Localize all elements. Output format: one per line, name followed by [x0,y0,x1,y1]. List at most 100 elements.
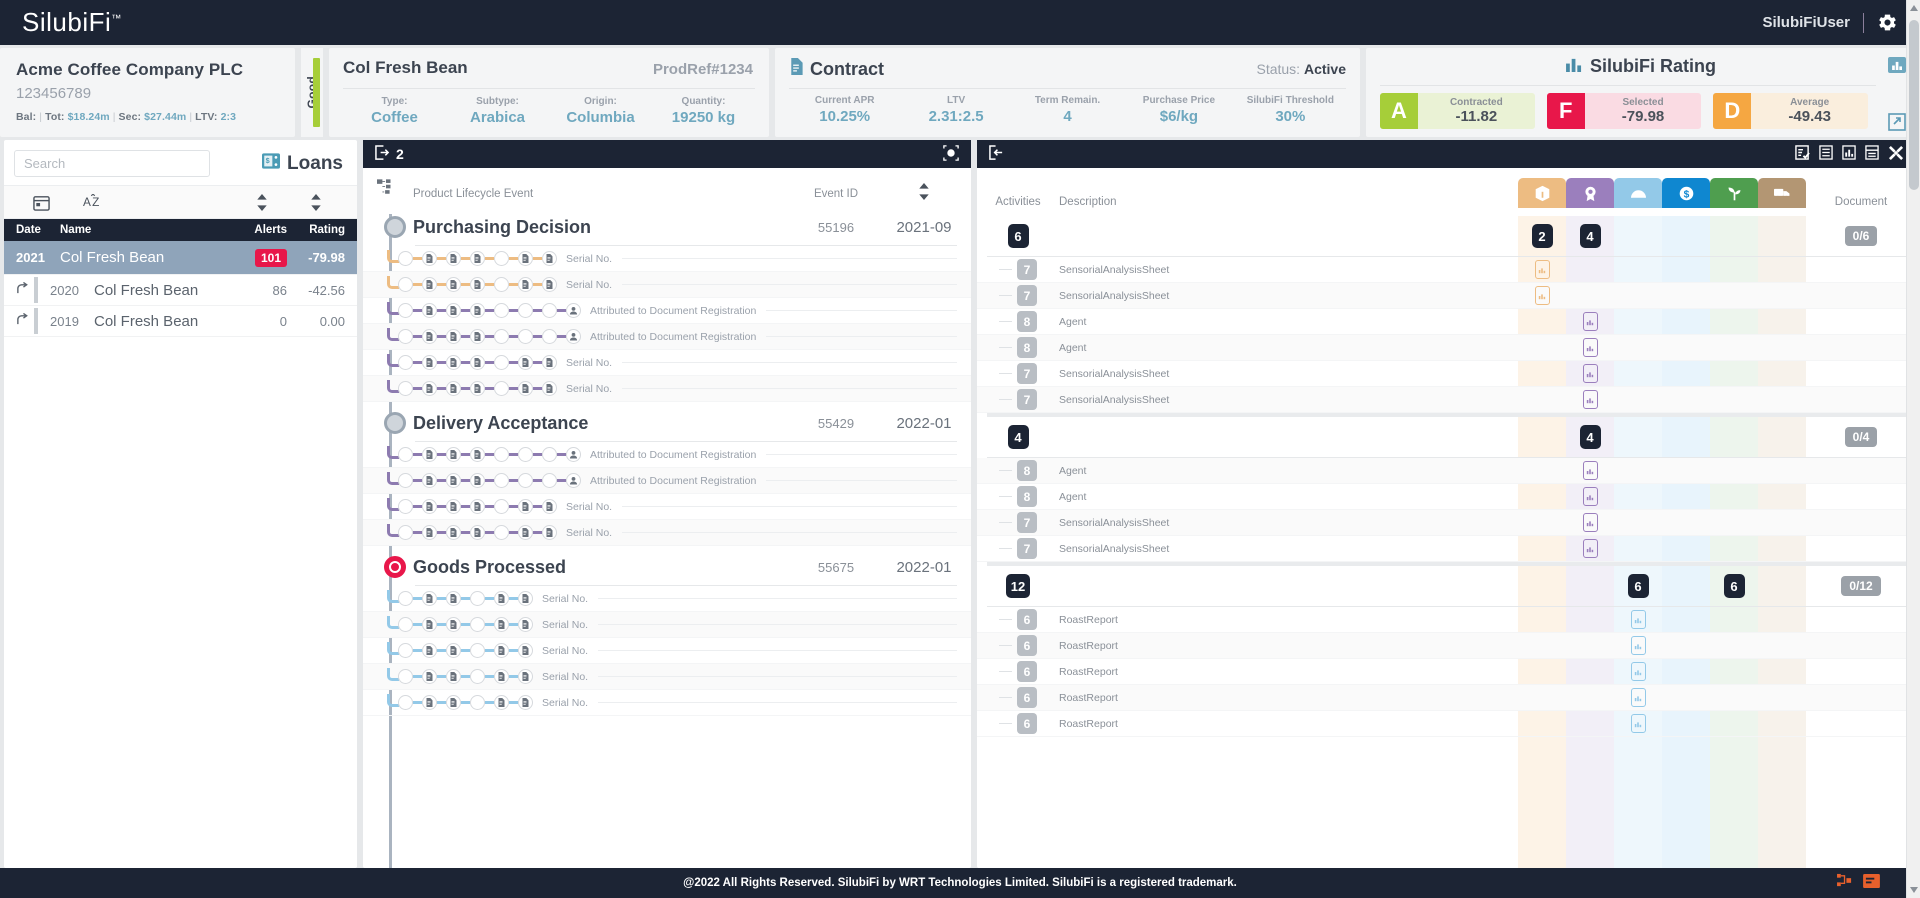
chain-node-document[interactable] [446,329,461,344]
page-scrollbar[interactable] [1906,0,1920,898]
chain-node-document[interactable] [470,329,485,344]
timeline-chain-row[interactable]: Serial No. [363,612,971,638]
scrollbar-thumb[interactable] [1909,20,1919,190]
column-description[interactable]: Description [1059,196,1299,208]
document-status-icon[interactable] [1630,688,1646,707]
flow-icon[interactable] [1837,873,1853,893]
table-row[interactable]: 2021 Col Fresh Bean 101 -79.98 [4,241,357,275]
activity-row[interactable]: 8 Agent [977,458,1916,484]
calendar-icon[interactable] [18,194,64,211]
chain-node-document[interactable] [470,525,485,540]
chain-node-document[interactable] [542,525,557,540]
category-header-dollar[interactable]: $ [1662,178,1710,208]
chain-node-empty[interactable] [398,499,413,514]
scroll-down-arrow[interactable] [1910,887,1918,893]
chain-node-document[interactable] [446,303,461,318]
sort-rating-icon[interactable] [289,193,343,211]
chain-node-document[interactable] [470,447,485,462]
category-header-truck[interactable] [1758,178,1806,208]
timeline-section-header[interactable]: Purchasing Decision 55196 2021-09 [363,206,971,238]
chain-node-empty[interactable] [398,251,413,266]
chain-node-document[interactable] [494,669,509,684]
activity-row[interactable]: 8 Agent [977,309,1916,335]
document-status-icon[interactable] [1582,539,1598,558]
timeline-chain-row[interactable]: Serial No. [363,272,971,298]
timeline-chain-row[interactable]: Serial No. [363,638,971,664]
chain-node-empty[interactable] [398,669,413,684]
chain-node-document[interactable] [542,355,557,370]
document-status-icon[interactable] [1582,487,1598,506]
app-logo[interactable]: SilubiFi™ [22,7,122,38]
timeline-section-header[interactable]: Goods Processed 55675 2022-01 [363,546,971,578]
chain-node-document[interactable] [494,591,509,606]
activity-row[interactable]: 7 SensorialAnalysisSheet [977,257,1916,283]
document-status-icon[interactable] [1582,312,1598,331]
chain-node-empty[interactable] [494,251,509,266]
activity-row[interactable]: 7 SensorialAnalysisSheet [977,361,1916,387]
timeline-chain-row[interactable]: Serial No. [363,350,971,376]
column-alerts[interactable]: Alerts [227,224,287,236]
column-lifecycle-event[interactable]: Product Lifecycle Event [413,188,781,200]
chain-node-document[interactable] [422,381,437,396]
chain-node-document[interactable] [518,669,533,684]
document-status-icon[interactable] [1630,610,1646,629]
timeline-chain-row[interactable]: Attributed to Document Registration [363,298,971,324]
chain-node-document[interactable] [446,525,461,540]
chain-node-document[interactable] [518,695,533,710]
chain-node-empty[interactable] [398,617,413,632]
document-status-icon[interactable] [1630,636,1646,655]
export-icon[interactable] [375,145,390,163]
rating-expand-icon[interactable] [1888,113,1906,131]
chain-node-empty[interactable] [470,643,485,658]
chain-node-empty[interactable] [398,355,413,370]
chain-node-document[interactable] [446,591,461,606]
activity-row[interactable]: 6 RoastReport [977,633,1916,659]
document-status-icon[interactable] [1582,390,1598,409]
table-row[interactable]: 2020 Col Fresh Bean 86 -42.56 [4,275,357,306]
category-header-gauge[interactable] [1614,178,1662,208]
chain-node-empty[interactable] [494,303,509,318]
chain-node-document[interactable] [470,381,485,396]
activity-row[interactable]: 7 SensorialAnalysisSheet [977,510,1916,536]
chain-node-document[interactable] [446,669,461,684]
chain-node-empty[interactable] [398,695,413,710]
activity-group-row[interactable]: 4 4 0/4 [977,417,1916,457]
chain-node-empty[interactable] [542,303,557,318]
chain-node-empty[interactable] [398,525,413,540]
chain-node-document[interactable] [494,643,509,658]
activity-group-row[interactable]: 12 6 6 0/12 [977,566,1916,606]
activity-row[interactable]: 7 SensorialAnalysisSheet [977,536,1916,562]
username-label[interactable]: SilubiFiUser [1762,14,1850,31]
form-check-icon[interactable] [1795,145,1810,163]
document-status-icon[interactable] [1630,714,1646,733]
chain-node-document[interactable] [446,381,461,396]
chain-node-empty[interactable] [470,617,485,632]
timeline-chain-row[interactable]: Attributed to Document Registration [363,324,971,350]
chain-node-empty[interactable] [494,277,509,292]
timeline-chain-row[interactable]: Attributed to Document Registration [363,442,971,468]
chain-node-document[interactable] [446,643,461,658]
chain-node-empty[interactable] [398,329,413,344]
category-header-award[interactable] [1566,178,1614,208]
chain-node-empty[interactable] [518,329,533,344]
chain-node-empty[interactable] [398,643,413,658]
window-icon[interactable] [1863,873,1880,893]
rating-chart-button[interactable] [1888,57,1906,73]
chain-node-empty[interactable] [518,473,533,488]
timeline-chain-row[interactable]: Serial No. [363,246,971,272]
chain-node-document[interactable] [422,355,437,370]
chain-node-empty[interactable] [542,473,557,488]
document-status-icon[interactable] [1582,461,1598,480]
chain-node-document[interactable] [446,447,461,462]
chain-node-empty[interactable] [470,695,485,710]
chain-node-document[interactable] [446,355,461,370]
chain-node-document[interactable] [542,277,557,292]
chain-node-document[interactable] [518,355,533,370]
chain-node-document[interactable] [446,499,461,514]
chain-node-empty[interactable] [398,591,413,606]
chain-node-empty[interactable] [494,381,509,396]
chain-node-empty[interactable] [494,355,509,370]
chain-node-document[interactable] [470,499,485,514]
chain-node-document[interactable] [422,473,437,488]
timeline-chain-row[interactable]: Serial No. [363,520,971,546]
